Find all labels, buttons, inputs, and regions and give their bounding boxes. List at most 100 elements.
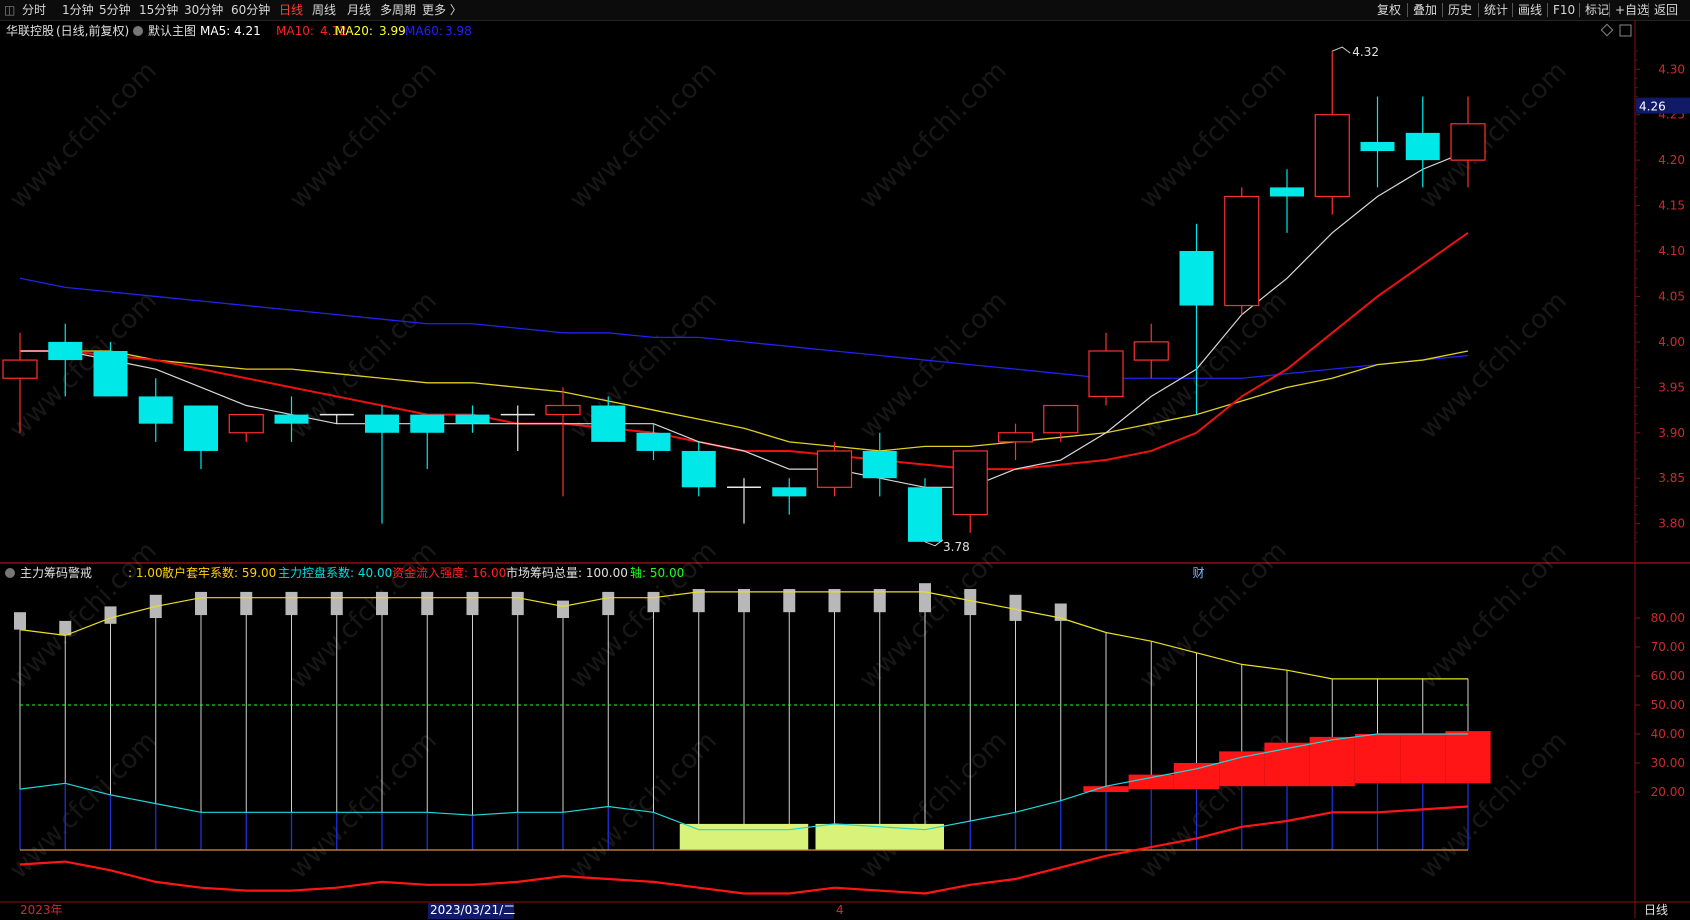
candle-body bbox=[1224, 195, 1260, 307]
candle-body bbox=[997, 432, 1034, 443]
toolbar-divider bbox=[1547, 3, 1548, 17]
candle[interactable] bbox=[636, 423, 671, 461]
price-axis-label: 4.30 bbox=[1658, 62, 1685, 76]
tool-button-5[interactable]: F10 bbox=[1553, 2, 1575, 18]
sub-gray-bar bbox=[240, 591, 253, 616]
candle-body bbox=[908, 487, 942, 542]
sub-green-block bbox=[679, 823, 809, 850]
sub-settings-icon[interactable] bbox=[5, 568, 15, 578]
candle[interactable] bbox=[727, 478, 761, 524]
high-marker bbox=[1332, 46, 1351, 54]
tool-button-7[interactable]: +自选 bbox=[1615, 2, 1649, 18]
candle[interactable] bbox=[500, 405, 535, 451]
candle[interactable] bbox=[952, 450, 988, 533]
price-axis-label: 4.00 bbox=[1658, 335, 1685, 349]
candle-body bbox=[228, 413, 264, 434]
chart-canvas[interactable]: www.cfchi.com www.cfchi.com www.cfchi.com w… bbox=[0, 20, 1690, 920]
candle[interactable] bbox=[1360, 96, 1395, 188]
candle[interactable] bbox=[681, 441, 716, 497]
toolbar-divider bbox=[1407, 3, 1408, 17]
price-axis-label: 4.10 bbox=[1658, 244, 1685, 258]
toolbar-divider bbox=[1512, 3, 1513, 17]
tool-button-3[interactable]: 统计 bbox=[1484, 2, 1508, 18]
period-tab-3[interactable]: 15分钟 bbox=[139, 2, 178, 18]
candle[interactable] bbox=[138, 378, 173, 442]
ma-label-1: MA10: bbox=[276, 24, 314, 38]
date-label-selected: 2023/03/21/二 bbox=[430, 903, 515, 917]
candle[interactable] bbox=[908, 478, 942, 542]
candle[interactable] bbox=[1133, 323, 1169, 379]
tool-button-2[interactable]: 历史 bbox=[1448, 2, 1472, 18]
period-tab-9[interactable]: 多周期 bbox=[380, 2, 416, 18]
indicator-settings-icon[interactable] bbox=[133, 26, 143, 36]
window-icon[interactable]: ◫ bbox=[4, 2, 15, 18]
candle[interactable] bbox=[772, 478, 807, 515]
candle-body bbox=[591, 405, 626, 442]
ma20-line bbox=[20, 350, 1469, 452]
period-tab-5[interactable]: 60分钟 bbox=[231, 2, 270, 18]
ma-label-0: MA5: bbox=[200, 24, 230, 38]
candle[interactable] bbox=[410, 414, 445, 470]
period-tab-2[interactable]: 5分钟 bbox=[99, 2, 131, 18]
price-axis-label: 4.20 bbox=[1658, 153, 1685, 167]
sub-green-block bbox=[815, 823, 944, 850]
period-tab-0[interactable]: 分时 bbox=[22, 2, 46, 18]
tool-button-6[interactable]: 标记 bbox=[1585, 2, 1609, 18]
candle[interactable] bbox=[184, 405, 218, 470]
candle[interactable] bbox=[1088, 332, 1124, 406]
sub-gray-bar bbox=[557, 600, 569, 618]
candle[interactable] bbox=[1314, 51, 1350, 215]
toolbar-divider bbox=[1609, 3, 1610, 17]
candle[interactable] bbox=[862, 432, 897, 497]
period-tab-1[interactable]: 1分钟 bbox=[62, 2, 94, 18]
toolbar-divider bbox=[1579, 3, 1580, 17]
adjust-mode: (日线,前复权) bbox=[56, 23, 129, 38]
tool-button-4[interactable]: 画线 bbox=[1518, 2, 1542, 18]
sub-red-bar bbox=[1264, 742, 1310, 787]
sub-red-bar bbox=[1445, 731, 1491, 784]
sub-gray-bar bbox=[195, 591, 207, 616]
sub-param-0: : 1.00 bbox=[128, 566, 163, 580]
watermark: www.cfchi.com bbox=[4, 726, 163, 885]
candle-body bbox=[1450, 123, 1486, 161]
candle[interactable] bbox=[1270, 169, 1304, 233]
candle[interactable] bbox=[545, 387, 581, 497]
diamond-icon[interactable] bbox=[1600, 23, 1614, 37]
tool-button-0[interactable]: 复权 bbox=[1377, 2, 1401, 18]
watermark: www.cfchi.com bbox=[854, 536, 1013, 695]
sub-axis-label: 20.00 bbox=[1651, 785, 1685, 799]
candle[interactable] bbox=[816, 441, 853, 497]
tool-button-1[interactable]: 叠加 bbox=[1413, 2, 1437, 18]
candle-body bbox=[816, 450, 853, 488]
period-tab-6[interactable]: 日线 bbox=[279, 2, 303, 18]
candle[interactable] bbox=[997, 423, 1034, 461]
sub-gray-bar bbox=[330, 591, 343, 616]
candle[interactable] bbox=[228, 413, 264, 442]
tool-button-8[interactable]: 返回 bbox=[1654, 2, 1678, 18]
sub-gray-bar bbox=[964, 589, 977, 616]
watermark: www.cfchi.com bbox=[4, 56, 163, 215]
window-toggle-icon[interactable] bbox=[1619, 24, 1632, 37]
candle[interactable] bbox=[455, 405, 490, 433]
candle[interactable] bbox=[365, 405, 399, 524]
sub-param-5: 轴: 50.00 bbox=[630, 565, 684, 580]
sub-gray-bar bbox=[647, 591, 660, 613]
watermark: www.cfchi.com bbox=[854, 286, 1013, 445]
candle[interactable] bbox=[1224, 187, 1260, 315]
period-tab-10[interactable]: 更多 〉 bbox=[422, 2, 462, 18]
candle-body bbox=[772, 487, 807, 497]
candle-body bbox=[681, 450, 716, 488]
period-tab-4[interactable]: 30分钟 bbox=[184, 2, 223, 18]
period-tab-8[interactable]: 月线 bbox=[347, 2, 371, 18]
watermark: www.cfchi.com bbox=[1414, 286, 1573, 445]
candle-body bbox=[93, 350, 128, 397]
ma-value-0: 4.21 bbox=[234, 24, 261, 38]
candle-body bbox=[636, 432, 671, 451]
toolbar-divider bbox=[1648, 3, 1649, 17]
sub-axis-label: 70.00 bbox=[1651, 640, 1685, 654]
high-price-label: 4.32 bbox=[1352, 45, 1379, 59]
period-tab-7[interactable]: 周线 bbox=[312, 2, 336, 18]
sub-gray-bar bbox=[511, 591, 524, 616]
ma-value-2: 3.99 bbox=[379, 24, 406, 38]
candle-body bbox=[1314, 114, 1350, 198]
